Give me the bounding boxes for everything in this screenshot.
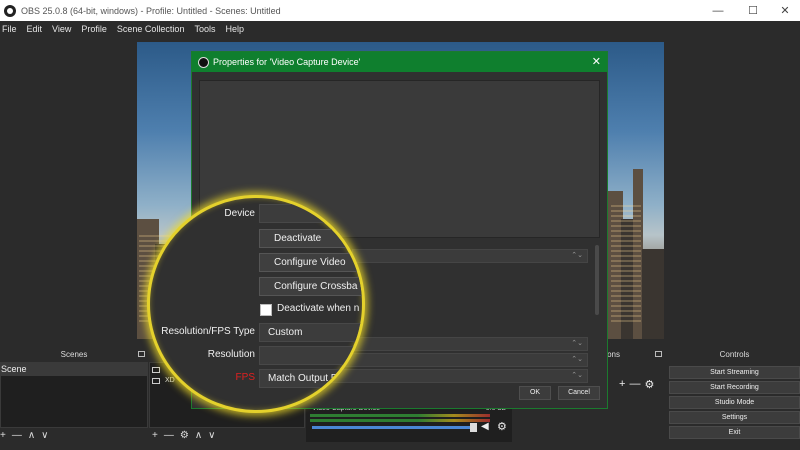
magnifier-lens: Device Deactivate Configure Video Config…: [147, 195, 365, 413]
menu-scene-collection[interactable]: Scene Collection: [117, 24, 185, 34]
remove-source-icon[interactable]: —: [164, 430, 174, 441]
resolution-fps-type-value[interactable]: Custom: [259, 323, 362, 342]
deactivate-button[interactable]: Deactivate: [259, 229, 362, 248]
obs-logo-icon: [4, 4, 16, 17]
dialog-title-bar: Properties for 'Video Capture Device' ✕: [192, 52, 607, 72]
menu-tools[interactable]: Tools: [194, 24, 215, 34]
start-streaming-button[interactable]: Start Streaming: [669, 366, 800, 379]
add-scene-icon[interactable]: +: [0, 430, 6, 441]
obs-window: OBS 25.0.8 (64-bit, windows) - Profile: …: [0, 0, 800, 450]
scenes-list[interactable]: Scene: [0, 362, 148, 428]
source-properties-gear-icon[interactable]: ⚙: [180, 430, 189, 441]
start-recording-button[interactable]: Start Recording: [669, 381, 800, 394]
dialog-scrollbar[interactable]: [595, 245, 599, 315]
chevron-updown-icon: ⌃⌄: [571, 372, 583, 379]
chevron-updown-icon: ⌃⌄: [571, 356, 583, 363]
studio-mode-button[interactable]: Studio Mode: [669, 396, 800, 409]
scenes-dock-float-icon[interactable]: [138, 351, 145, 357]
transitions-dock-float-icon[interactable]: [655, 351, 662, 357]
menu-profile[interactable]: Profile: [81, 24, 107, 34]
transition-gear-icon[interactable]: ⚙: [644, 378, 654, 391]
menu-file[interactable]: File: [2, 24, 17, 34]
scenes-dock-title: Scenes: [0, 348, 148, 362]
cancel-button[interactable]: Cancel: [558, 386, 600, 400]
configure-video-combo[interactable]: ⌃⌄: [352, 249, 588, 263]
audio-meter: [310, 414, 490, 417]
move-down-icon[interactable]: ∨: [208, 430, 215, 441]
transitions-toolbar: + — ⚙: [619, 378, 654, 391]
deactivate-checkbox-label: Deactivate when n: [277, 303, 360, 314]
window-title: OBS 25.0.8 (64-bit, windows) - Profile: …: [21, 5, 281, 16]
dialog-close-icon[interactable]: ✕: [592, 55, 601, 68]
status-bar: [0, 442, 800, 450]
mute-speaker-icon[interactable]: ◀: [481, 421, 492, 432]
add-transition-icon[interactable]: +: [619, 378, 625, 391]
resolution-fps-type-label: Resolution/FPS Type: [161, 326, 255, 337]
settings-button[interactable]: Settings: [669, 411, 800, 424]
device-label: Device: [224, 208, 255, 219]
add-source-icon[interactable]: +: [152, 430, 158, 441]
remove-transition-icon[interactable]: —: [629, 378, 640, 391]
title-bar: OBS 25.0.8 (64-bit, windows) - Profile: …: [0, 0, 800, 21]
chevron-updown-icon: ⌃⌄: [571, 340, 583, 347]
fps-value[interactable]: Match Output Fps: [259, 369, 362, 388]
exit-button[interactable]: Exit: [669, 426, 800, 439]
move-up-icon[interactable]: ∧: [195, 430, 202, 441]
resolution-value[interactable]: [259, 346, 362, 365]
ok-button[interactable]: OK: [519, 386, 551, 400]
menu-bar: File Edit View Profile Scene Collection …: [0, 21, 800, 37]
scene-item[interactable]: Scene: [1, 363, 147, 376]
configure-crossbar-button[interactable]: Configure Crossba: [259, 277, 362, 296]
controls-dock-title: Controls: [669, 348, 800, 362]
mixer-gear-icon[interactable]: ⚙: [497, 420, 507, 433]
move-up-icon[interactable]: ∧: [28, 430, 35, 441]
minimize-button[interactable]: —: [698, 0, 738, 21]
volume-slider[interactable]: [312, 426, 474, 429]
audio-meter: [310, 419, 490, 422]
resolution-label: Resolution: [207, 349, 255, 360]
remove-scene-icon[interactable]: —: [12, 430, 22, 441]
sources-toolbar: + — ⚙ ∧ ∨: [152, 428, 215, 442]
menu-help[interactable]: Help: [225, 24, 244, 34]
configure-video-button[interactable]: Configure Video: [259, 253, 362, 272]
obs-logo-icon: [198, 56, 209, 68]
fps-label: FPS: [235, 372, 255, 383]
volume-slider-handle[interactable]: [470, 423, 477, 432]
close-button[interactable]: ✕: [765, 0, 800, 21]
chevron-updown-icon: ⌃⌄: [571, 252, 583, 259]
scenes-toolbar: + — ∧ ∨: [0, 428, 49, 442]
menu-edit[interactable]: Edit: [27, 24, 43, 34]
device-select[interactable]: [259, 204, 362, 223]
deactivate-when-not-showing-checkbox[interactable]: [260, 304, 272, 316]
menu-view[interactable]: View: [52, 24, 71, 34]
move-down-icon[interactable]: ∨: [41, 430, 48, 441]
dialog-title: Properties for 'Video Capture Device': [213, 57, 361, 67]
